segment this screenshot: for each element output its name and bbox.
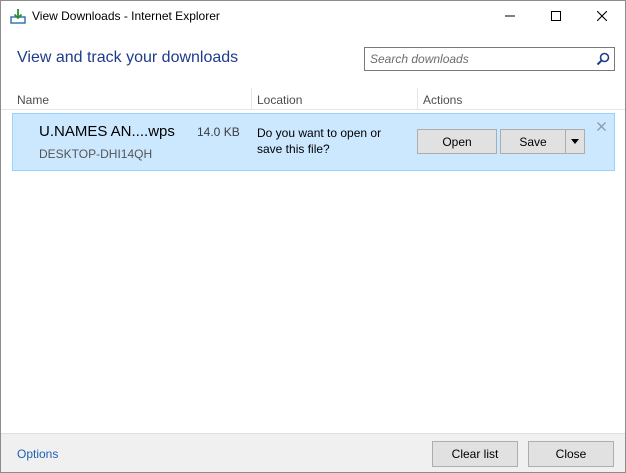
download-row[interactable]: U.NAMES AN....wps 14.0 KB DESKTOP-DHI14Q…: [12, 113, 615, 171]
downloads-icon: [10, 8, 26, 24]
title-bar[interactable]: View Downloads - Internet Explorer: [1, 1, 625, 31]
close-button[interactable]: Close: [528, 441, 614, 467]
column-header-name[interactable]: Name: [17, 88, 49, 110]
open-button[interactable]: Open: [417, 129, 497, 154]
options-link[interactable]: Options: [17, 447, 58, 461]
close-icon: [597, 11, 607, 21]
remove-download-button[interactable]: [597, 118, 609, 131]
search-icon[interactable]: [595, 51, 611, 67]
file-source: DESKTOP-DHI14QH: [39, 147, 153, 161]
clear-list-button[interactable]: Clear list: [432, 441, 518, 467]
column-headers: Name Location Actions: [1, 88, 625, 110]
column-header-actions: Actions: [423, 93, 463, 107]
save-options-button[interactable]: [565, 129, 585, 154]
window-title: View Downloads - Internet Explorer: [32, 9, 220, 23]
page-title: View and track your downloads: [17, 49, 239, 66]
file-name: U.NAMES AN....wps: [39, 123, 175, 140]
minimize-button[interactable]: [487, 1, 533, 31]
minimize-icon: [505, 15, 515, 17]
maximize-icon: [551, 11, 561, 21]
search-box[interactable]: [364, 47, 615, 71]
close-window-button[interactable]: [579, 1, 625, 31]
maximize-button[interactable]: [533, 1, 579, 31]
footer-bar: Options Clear list Close: [1, 433, 625, 472]
save-button[interactable]: Save: [500, 129, 566, 154]
column-divider: [417, 88, 418, 110]
close-icon: [597, 122, 606, 131]
dropdown-arrow-icon: [571, 139, 579, 144]
download-prompt: Do you want to open or save this file?: [257, 126, 382, 156]
file-size: 14.0 KB: [197, 125, 240, 139]
column-header-location[interactable]: Location: [257, 88, 302, 110]
downloads-window: View Downloads - Internet Explorer View …: [0, 0, 626, 473]
column-divider: [251, 88, 252, 110]
search-input[interactable]: [365, 48, 589, 70]
